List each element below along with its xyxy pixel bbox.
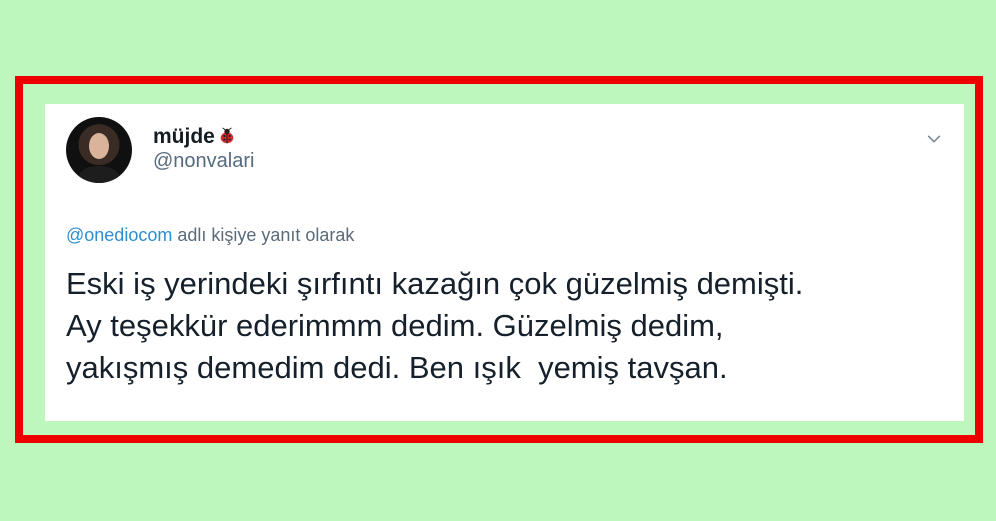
highlight-frame: müjde @nonvalari @onediocom adlı kişiye …	[15, 76, 983, 443]
tweet-card[interactable]: müjde @nonvalari @onediocom adlı kişiye …	[45, 104, 964, 421]
display-name-row: müjde	[153, 125, 254, 147]
reply-mention-link[interactable]: @onediocom	[66, 225, 172, 245]
user-handle[interactable]: @nonvalari	[153, 151, 254, 171]
chevron-down-icon[interactable]	[925, 130, 943, 148]
display-name[interactable]: müjde	[153, 126, 215, 147]
ladybug-icon	[220, 127, 234, 144]
reply-context-label: adlı kişiye yanıt olarak	[172, 225, 355, 245]
tweet-text: Eski iş yerindeki şırfıntı kazağın çok g…	[66, 266, 804, 385]
reply-context: @onediocom adlı kişiye yanıt olarak	[66, 225, 354, 246]
tweet-header: müjde @nonvalari	[153, 125, 254, 172]
avatar[interactable]	[66, 117, 132, 183]
